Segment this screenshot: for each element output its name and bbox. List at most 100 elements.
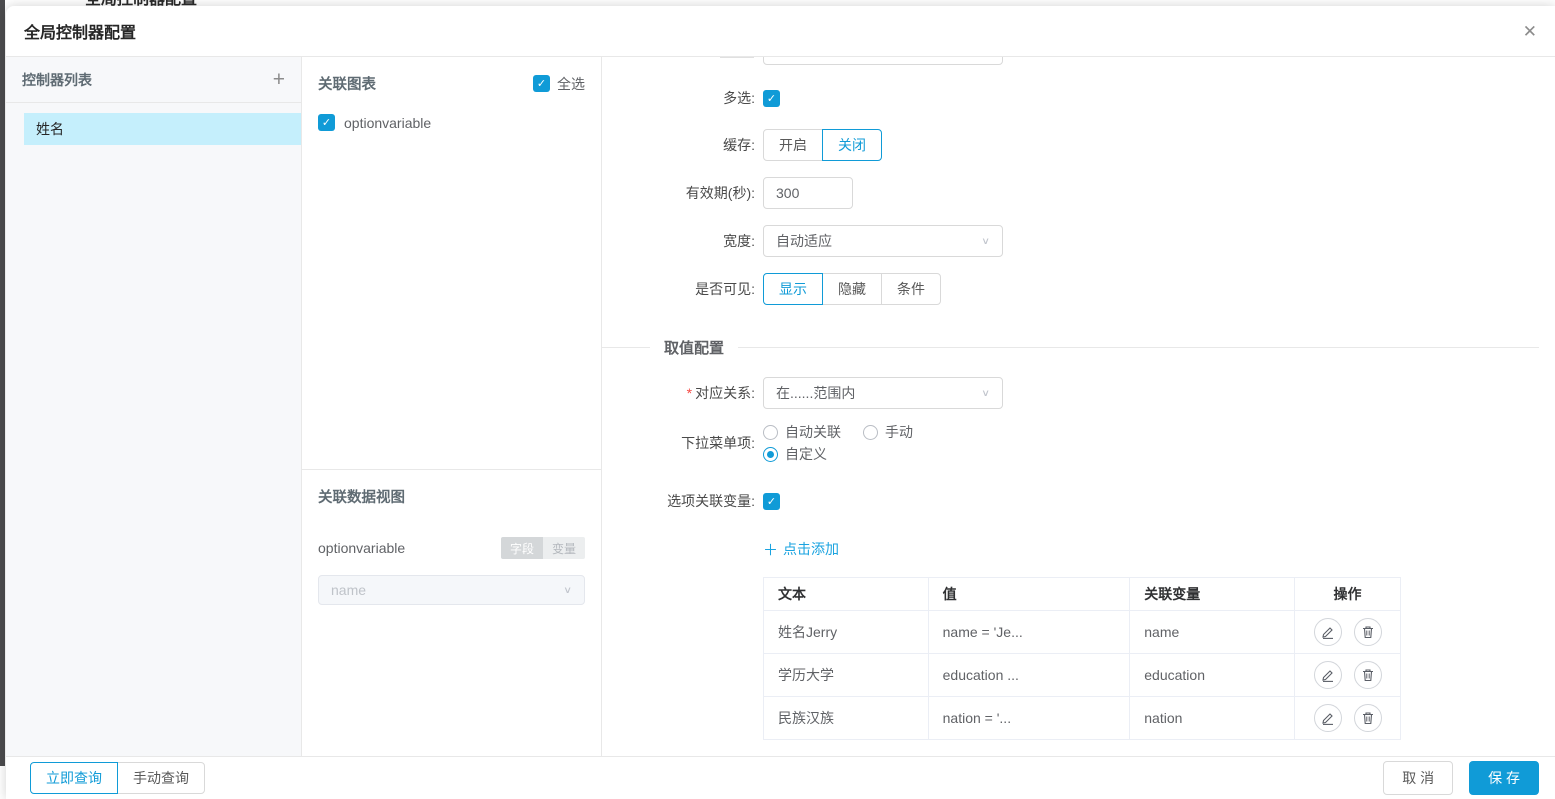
validity-label: 有效期(秒):: [685, 185, 755, 201]
linked-dataview-title: 关联数据视图: [318, 490, 405, 506]
required-mark: *: [686, 385, 693, 401]
query-manual-button[interactable]: 手动查询: [117, 762, 205, 794]
cache-toggle-group: 开启 关闭: [763, 129, 882, 161]
select-all-label: 全选: [557, 75, 585, 92]
row-add-link: ＋ 点击添加: [602, 539, 839, 559]
query-now-button[interactable]: 立即查询: [30, 762, 118, 794]
clipped-top-label-fragment: [720, 57, 754, 58]
add-option-link[interactable]: ＋ 点击添加: [763, 539, 839, 560]
global-controller-config-dialog: 全局控制器配置 ✕ 控制器列表 + 姓名 关联图表 ✓ 全选 ✓ optionv…: [6, 6, 1555, 799]
field-variable-toggle: 字段 变量: [500, 537, 585, 559]
row-width: 宽度: 自动适应 ∨: [602, 225, 1003, 257]
width-select-value: 自动适应: [776, 233, 832, 249]
select-all-control[interactable]: ✓ 全选: [533, 74, 585, 94]
value-config-divider: 取值配置: [602, 337, 1539, 358]
col-header-variable: 关联变量: [1129, 577, 1296, 611]
dialog-header: 全局控制器配置 ✕: [6, 6, 1555, 57]
row-option-variable: 选项关联变量: ✓: [602, 491, 780, 511]
field-select-disabled[interactable]: name ∨: [318, 575, 585, 605]
row-validity: 有效期(秒):: [602, 177, 853, 209]
multi-select-label: 多选:: [723, 90, 755, 106]
delete-button[interactable]: [1353, 618, 1382, 646]
query-mode-group: 立即查询 手动查询: [30, 762, 205, 794]
chart-item-label: optionvariable: [344, 114, 432, 131]
toggle-field-chip[interactable]: 字段: [500, 537, 543, 559]
pencil-icon: [1321, 713, 1333, 725]
radio-manual[interactable]: 手动: [863, 422, 913, 442]
row-visibility: 是否可见: 显示 隐藏 条件: [602, 273, 941, 305]
width-label: 宽度:: [723, 233, 755, 249]
plus-icon: ＋: [763, 541, 779, 559]
edit-button[interactable]: [1313, 704, 1342, 732]
toggle-variable-chip[interactable]: 变量: [542, 537, 585, 559]
options-table: 文本 值 关联变量 操作 姓名Jerry name = 'Je... name: [763, 577, 1401, 740]
radio-auto-link[interactable]: 自动关联: [763, 422, 841, 442]
link-panel: 关联图表 ✓ 全选 ✓ optionvariable 关联数据视图 option…: [302, 57, 602, 756]
relation-label: * 对应关系:: [686, 385, 755, 401]
pencil-icon: [1321, 670, 1333, 682]
cell-text: 学历大学: [763, 653, 929, 697]
cell-variable: nation: [1129, 696, 1296, 740]
chart-item-checkbox[interactable]: ✓: [318, 114, 335, 131]
value-config-title: 取值配置: [664, 340, 725, 357]
trash-icon: [1362, 669, 1373, 682]
table-row: 姓名Jerry name = 'Je... name: [763, 610, 1401, 654]
cache-off-button[interactable]: 关闭: [822, 129, 882, 161]
row-multi-select: 多选: ✓: [602, 82, 780, 114]
radio-selected-icon[interactable]: [763, 446, 778, 462]
table-header-row: 文本 值 关联变量 操作: [763, 577, 1401, 611]
delete-button[interactable]: [1353, 704, 1382, 732]
cell-variable: name: [1129, 610, 1296, 654]
radio-icon[interactable]: [763, 424, 778, 440]
chart-item-optionvariable[interactable]: ✓ optionvariable: [318, 114, 585, 131]
row-menu-items: 下拉菜单项: 自动关联 手动 自定义: [602, 421, 913, 465]
save-button[interactable]: 保 存: [1469, 761, 1539, 795]
background-page-edge: [0, 0, 5, 766]
visibility-hide-button[interactable]: 隐藏: [822, 273, 882, 305]
dialog-footer: 立即查询 手动查询 取 消 保 存: [6, 756, 1555, 799]
visibility-condition-button[interactable]: 条件: [881, 273, 941, 305]
dialog-title: 全局控制器配置: [24, 25, 137, 42]
select-all-checkbox[interactable]: ✓: [533, 75, 550, 92]
cell-text: 民族汉族: [763, 696, 929, 740]
visibility-label: 是否可见:: [695, 281, 755, 297]
add-controller-icon[interactable]: +: [273, 69, 285, 90]
visibility-toggle-group: 显示 隐藏 条件: [763, 273, 941, 305]
radio-custom[interactable]: 自定义: [763, 444, 827, 464]
row-cache: 缓存: 开启 关闭: [602, 129, 882, 161]
edit-button[interactable]: [1313, 618, 1342, 646]
chevron-down-icon: ∨: [563, 584, 572, 596]
col-header-value: 值: [927, 577, 1131, 611]
radio-icon[interactable]: [863, 424, 878, 440]
delete-button[interactable]: [1353, 661, 1382, 689]
option-variable-checkbox[interactable]: ✓: [763, 492, 780, 510]
trash-icon: [1362, 626, 1373, 639]
visibility-show-button[interactable]: 显示: [763, 273, 823, 305]
controller-list-title: 控制器列表: [22, 71, 92, 88]
edit-button[interactable]: [1313, 661, 1342, 689]
clipped-top-input[interactable]: [763, 57, 1003, 65]
linked-charts-section: 关联图表 ✓ 全选 ✓ optionvariable: [302, 57, 601, 470]
controller-list-header: 控制器列表 +: [6, 57, 301, 103]
field-select-value: name: [331, 582, 367, 598]
multi-select-checkbox[interactable]: ✓: [763, 89, 780, 107]
validity-input[interactable]: [763, 177, 853, 209]
dataset-name: optionvariable: [318, 540, 406, 556]
dialog-body: 控制器列表 + 姓名 关联图表 ✓ 全选 ✓ optionvariable 关联…: [6, 57, 1555, 756]
chevron-down-icon: ∨: [981, 235, 990, 247]
close-icon[interactable]: ✕: [1523, 23, 1537, 40]
controller-list-item-selected[interactable]: 姓名: [24, 113, 301, 145]
option-variable-label: 选项关联变量:: [667, 493, 755, 509]
relation-select[interactable]: 在......范围内 ∨: [763, 377, 1003, 409]
cache-label: 缓存:: [723, 137, 755, 153]
col-header-text: 文本: [763, 577, 929, 611]
width-select[interactable]: 自动适应 ∨: [763, 225, 1003, 257]
cell-value: education ...: [927, 653, 1131, 697]
trash-icon: [1362, 712, 1373, 725]
cache-on-button[interactable]: 开启: [763, 129, 823, 161]
relation-select-value: 在......范围内: [776, 385, 856, 401]
linked-charts-title: 关联图表: [318, 77, 376, 93]
table-row: 民族汉族 nation = '... nation: [763, 696, 1401, 740]
cell-value: name = 'Je...: [927, 610, 1131, 654]
cancel-button[interactable]: 取 消: [1383, 761, 1454, 795]
